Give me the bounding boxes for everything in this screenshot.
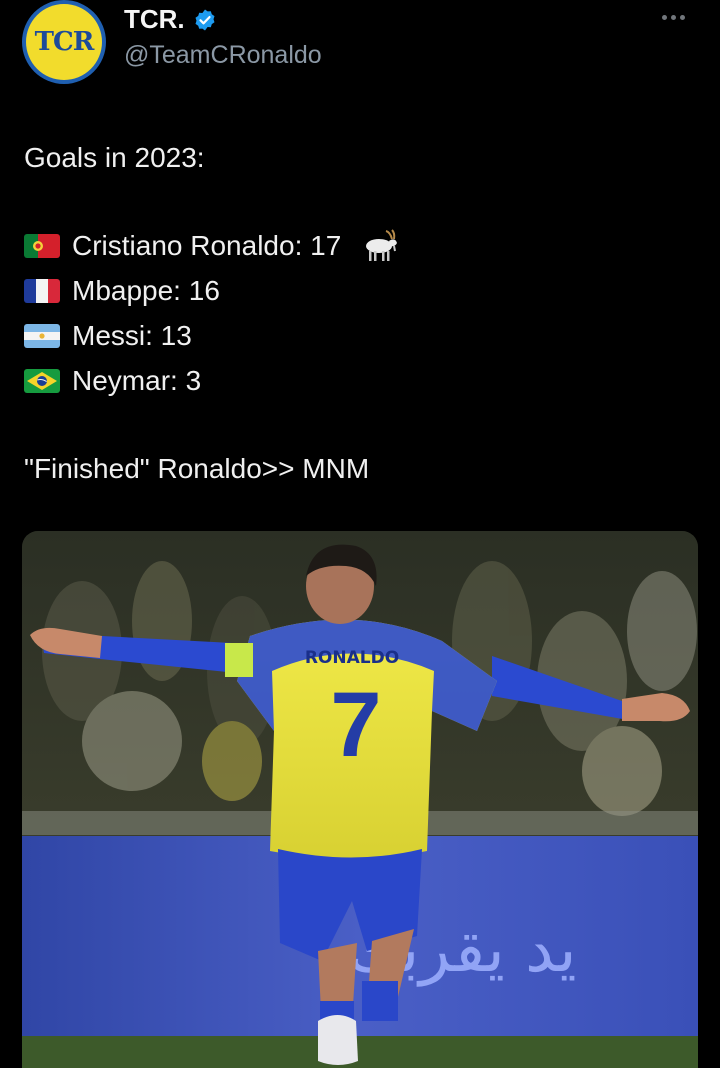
verified-badge-icon (195, 9, 215, 30)
mbappe-line: Mbappe: 16 (24, 268, 399, 313)
messi-line: Messi: 13 (24, 313, 399, 358)
ronaldo-line: Cristiano Ronaldo: 17 (24, 223, 399, 268)
portugal-flag-icon (24, 233, 60, 258)
france-flag-icon (24, 278, 60, 303)
messi-goals: Messi: 13 (72, 320, 192, 351)
avatar-logo: TCR (26, 4, 102, 80)
tweet-photo[interactable]: يد يقربك RONALDO 7 (22, 531, 698, 1068)
jersey-name: RONALDO (305, 648, 399, 668)
avatar[interactable]: TCR (22, 0, 106, 84)
ronaldo-goals: Cristiano Ronaldo: 17 (72, 230, 342, 261)
neymar-line: Neymar: 3 (24, 358, 399, 403)
goat-emoji-icon (366, 228, 398, 261)
tweet-text: Goals in 2023: Cristiano Ronaldo: 17 Mba… (24, 135, 399, 491)
jersey-number: 7 (330, 674, 381, 776)
brazil-flag-icon (24, 368, 60, 393)
closing-line: "Finished" Ronaldo>> MNM (24, 453, 370, 484)
argentina-flag-icon (24, 323, 60, 348)
more-options-icon[interactable] (662, 10, 696, 24)
neymar-goals: Neymar: 3 (72, 365, 202, 396)
more-dot (662, 14, 667, 20)
more-dot (680, 14, 685, 20)
mbappe-goals: Mbappe: 16 (72, 275, 220, 306)
more-dot (671, 14, 676, 20)
display-name[interactable]: TCR. (124, 4, 185, 35)
author-info: TCR. @TeamCRonaldo (124, 4, 322, 70)
tweet-title-line: Goals in 2023: (24, 142, 205, 173)
tweet-header: TCR TCR. @TeamCRonaldo (0, 0, 720, 100)
display-name-row: TCR. (124, 4, 322, 35)
user-handle[interactable]: @TeamCRonaldo (124, 41, 322, 70)
ronaldo-celebration-image: يد يقربك RONALDO 7 (22, 531, 698, 1068)
